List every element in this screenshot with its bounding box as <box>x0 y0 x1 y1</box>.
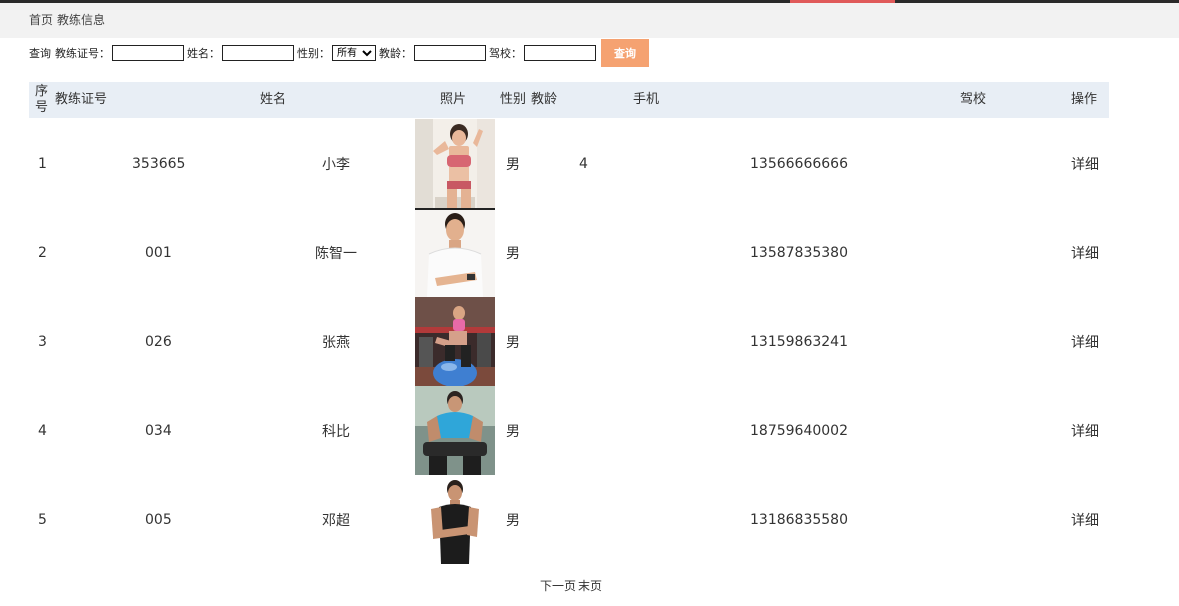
cell-coach-id: 001 <box>145 244 172 261</box>
pagination: 下一页 末页 <box>540 577 604 594</box>
header-photo: 照片 <box>440 92 467 107</box>
cell-gender: 男 <box>506 423 520 440</box>
header-phone: 手机 <box>633 92 660 107</box>
cell-phone: 18759640002 <box>750 422 848 439</box>
cell-name: 小李 <box>322 156 350 173</box>
coach-photo <box>415 475 495 564</box>
cell-name: 科比 <box>322 423 350 440</box>
last-page-link[interactable]: 末页 <box>578 579 602 593</box>
cell-gender: 男 <box>506 512 520 529</box>
coach-photo <box>415 119 495 208</box>
query-label: 查询 <box>29 47 51 60</box>
cell-coach-id: 034 <box>145 422 172 439</box>
cell-index: 1 <box>38 155 47 172</box>
header-index: 序号 <box>35 84 49 115</box>
age-input[interactable] <box>414 45 486 61</box>
cell-coach-id: 026 <box>145 333 172 350</box>
cell-name: 张燕 <box>322 334 350 351</box>
cell-coach-id: 353665 <box>132 155 186 172</box>
gender-select[interactable]: 所有 <box>332 45 376 61</box>
table-row: 3 026 张燕 男 13159863241 详细 <box>29 297 1109 386</box>
detail-link[interactable]: 详细 <box>1071 386 1099 475</box>
header-name: 姓名 <box>260 92 287 107</box>
cell-coach-id: 005 <box>145 511 172 528</box>
table-row: 1 353665 小李 男 4 13566666666 详细 <box>29 119 1109 208</box>
coach-photo <box>415 297 495 386</box>
cell-index: 3 <box>38 333 47 350</box>
header-school: 驾校 <box>960 92 987 107</box>
table-row: 4 034 科比 男 18759640002 详细 <box>29 386 1109 475</box>
table-row: 2 001 陈智一 男 13587835380 详细 <box>29 208 1109 297</box>
age-label: 教龄： <box>379 47 412 60</box>
cell-name: 邓超 <box>322 512 350 529</box>
cell-phone: 13587835380 <box>750 244 848 261</box>
breadcrumb-current: 教练信息 <box>57 13 106 27</box>
coach-photo <box>415 386 495 475</box>
cell-gender: 男 <box>506 245 520 262</box>
header-action: 操作 <box>1071 92 1098 107</box>
detail-link[interactable]: 详细 <box>1071 208 1099 297</box>
detail-link[interactable]: 详细 <box>1071 297 1099 386</box>
breadcrumb: 首页 教练信息 <box>0 3 1179 38</box>
breadcrumb-home[interactable]: 首页 <box>29 13 53 27</box>
name-input[interactable] <box>222 45 294 61</box>
cell-phone: 13566666666 <box>750 155 848 172</box>
cell-index: 2 <box>38 244 47 261</box>
next-page-link[interactable]: 下一页 <box>540 579 576 593</box>
header-gender: 性别 <box>500 92 527 107</box>
cell-phone: 13159863241 <box>750 333 848 350</box>
coach-photo <box>415 208 495 297</box>
table-header: 序号 教练证号 姓名 照片 性别 教龄 手机 驾校 操作 <box>29 82 1109 118</box>
school-input[interactable] <box>524 45 596 61</box>
header-coach-id: 教练证号 <box>55 92 108 107</box>
cell-gender: 男 <box>506 334 520 351</box>
name-label: 姓名： <box>187 47 220 60</box>
table-row: 5 005 邓超 男 13186835580 详细 <box>29 475 1109 564</box>
coach-id-label: 教练证号： <box>55 47 110 60</box>
header-age: 教龄 <box>531 92 558 107</box>
cell-gender: 男 <box>506 156 520 173</box>
cell-age: 4 <box>579 155 588 172</box>
gender-label: 性别： <box>297 47 330 60</box>
detail-link[interactable]: 详细 <box>1071 475 1099 564</box>
search-button[interactable]: 查询 <box>601 39 649 67</box>
search-bar: 查询 教练证号： 姓名： 性别： 所有 教龄： 驾校： 查询 <box>29 39 649 67</box>
cell-name: 陈智一 <box>315 245 357 262</box>
school-label: 驾校： <box>489 47 522 60</box>
cell-index: 4 <box>38 422 47 439</box>
detail-link[interactable]: 详细 <box>1071 119 1099 208</box>
cell-index: 5 <box>38 511 47 528</box>
coach-id-input[interactable] <box>112 45 184 61</box>
cell-phone: 13186835580 <box>750 511 848 528</box>
